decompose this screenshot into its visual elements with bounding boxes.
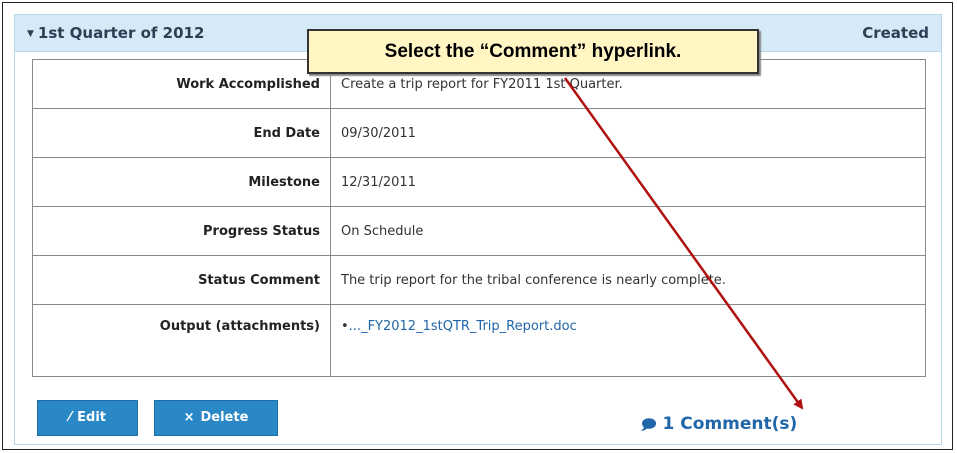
instruction-callout: Select the “Comment” hyperlink. — [307, 29, 759, 74]
speech-bubble-icon: 🗩 — [641, 417, 657, 433]
table-row: Output (attachments) •..._FY2012_1stQTR_… — [32, 304, 926, 377]
collapse-triangle-icon[interactable]: ▼ — [27, 29, 34, 39]
row-label: Progress Status — [32, 206, 331, 256]
comments-link-text: 1 Comment(s) — [662, 414, 798, 434]
x-icon: × — [183, 410, 195, 425]
row-label: Work Accomplished — [32, 59, 331, 109]
row-value: 09/30/2011 — [330, 108, 926, 158]
bullet-icon: • — [341, 319, 349, 334]
row-label: Output (attachments) — [32, 304, 331, 377]
row-label: Milestone — [32, 157, 331, 207]
pencil-icon: ⁄ — [68, 410, 72, 425]
table-row: Milestone 12/31/2011 — [32, 157, 926, 207]
delete-button-label: Delete — [200, 410, 249, 425]
panel-title-text: 1st Quarter of 2012 — [37, 24, 205, 42]
row-value: The trip report for the tribal conferenc… — [330, 255, 926, 305]
quarter-panel: ▼ 1st Quarter of 2012 Created Work Accomp… — [14, 14, 942, 445]
table-row: End Date 09/30/2011 — [32, 108, 926, 158]
details-table: Work Accomplished Create a trip report f… — [32, 59, 926, 377]
panel-title[interactable]: ▼ 1st Quarter of 2012 — [27, 24, 204, 42]
row-value: On Schedule — [330, 206, 926, 256]
table-row: Progress Status On Schedule — [32, 206, 926, 256]
comments-link[interactable]: 🗩 1 Comment(s) — [641, 414, 797, 438]
panel-status: Created — [862, 24, 929, 42]
delete-button[interactable]: × Delete — [154, 400, 278, 436]
row-label: Status Comment — [32, 255, 331, 305]
row-label: End Date — [32, 108, 331, 158]
edit-button[interactable]: ⁄ Edit — [37, 400, 138, 436]
attachment-link[interactable]: ..._FY2012_1stQTR_Trip_Report.doc — [349, 319, 577, 334]
edit-button-label: Edit — [77, 410, 107, 425]
attachments-cell: •..._FY2012_1stQTR_Trip_Report.doc — [330, 304, 926, 377]
table-row: Status Comment The trip report for the t… — [32, 255, 926, 305]
row-value: 12/31/2011 — [330, 157, 926, 207]
